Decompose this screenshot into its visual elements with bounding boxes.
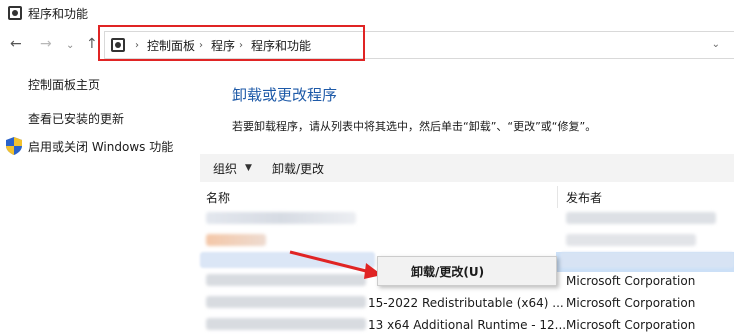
context-menu-uninstall-change[interactable]: 卸载/更改(U) xyxy=(411,263,484,280)
column-header-name[interactable]: 名称 xyxy=(206,186,558,208)
annotation-arrow-icon xyxy=(289,250,382,279)
page-title: 卸载或更改程序 xyxy=(232,86,338,104)
sidebar: 控制面板主页 查看已安装的更新 启用或关闭 Windows 功能 xyxy=(6,76,208,155)
blurred-program-name xyxy=(206,296,366,308)
title-bar: 程序和功能 xyxy=(0,0,734,26)
shield-icon xyxy=(6,137,22,155)
blurred-publisher xyxy=(560,252,734,268)
toolbar: 组织 ▼ 卸载/更改 xyxy=(200,154,734,182)
control-panel-icon xyxy=(8,6,22,20)
breadcrumb-programs-and-features[interactable]: 程序和功能 xyxy=(251,37,311,54)
publisher-cell: Microsoft Corporation xyxy=(566,296,696,310)
address-dropdown-icon[interactable]: ⌄ xyxy=(712,39,720,50)
program-name-cell[interactable]: 15-2022 Redistributable (x64) ... xyxy=(368,296,564,310)
publisher-cell: Microsoft Corporation xyxy=(566,274,696,288)
window-title: 程序和功能 xyxy=(28,6,89,21)
column-header-publisher[interactable]: 发布者 xyxy=(566,186,602,208)
caret-down-icon: ▼ xyxy=(245,163,252,173)
uninstall-change-button[interactable]: 卸载/更改 xyxy=(272,160,324,177)
blurred-publisher xyxy=(566,212,716,224)
blurred-publisher xyxy=(566,234,696,246)
sidebar-item-view-installed-updates[interactable]: 查看已安装的更新 xyxy=(28,110,208,127)
breadcrumb-control-panel[interactable]: 控制面板 xyxy=(147,37,195,54)
organize-label: 组织 xyxy=(213,161,238,176)
chevron-right-icon[interactable]: › xyxy=(135,40,139,51)
back-arrow-icon[interactable]: ← xyxy=(10,36,22,52)
organize-button[interactable]: 组织 ▼ xyxy=(213,160,252,177)
address-bar[interactable]: › 控制面板 › 程序 › 程序和功能 ⌄ xyxy=(104,31,734,59)
control-panel-icon xyxy=(111,38,125,52)
blurred-program-name xyxy=(206,234,266,246)
sidebar-item-label: 启用或关闭 Windows 功能 xyxy=(28,139,174,154)
chevron-right-icon[interactable]: › xyxy=(239,40,243,51)
sidebar-item-windows-features[interactable]: 启用或关闭 Windows 功能 xyxy=(6,137,173,155)
blurred-program-name xyxy=(206,212,356,224)
forward-arrow-icon[interactable]: → xyxy=(40,36,52,52)
page-description: 若要卸载程序，请从列表中将其选中，然后单击“卸载”、“更改”或“修复”。 xyxy=(232,120,597,133)
context-menu: 卸载/更改(U) xyxy=(377,256,557,286)
program-name-cell[interactable]: 13 x64 Additional Runtime - 12... xyxy=(368,318,566,332)
chevron-right-icon[interactable]: › xyxy=(199,40,203,51)
sidebar-item-control-panel-home[interactable]: 控制面板主页 xyxy=(28,76,208,93)
publisher-cell: Microsoft Corporation xyxy=(566,318,696,332)
blurred-program-name xyxy=(206,318,366,330)
up-arrow-icon[interactable]: ↑ xyxy=(86,36,98,52)
navigation-bar: ← → ⌄ ↑ › 控制面板 › 程序 › 程序和功能 ⌄ xyxy=(0,30,734,60)
recent-locations-dropdown-icon[interactable]: ⌄ xyxy=(66,38,74,54)
breadcrumb-programs[interactable]: 程序 xyxy=(211,37,235,54)
